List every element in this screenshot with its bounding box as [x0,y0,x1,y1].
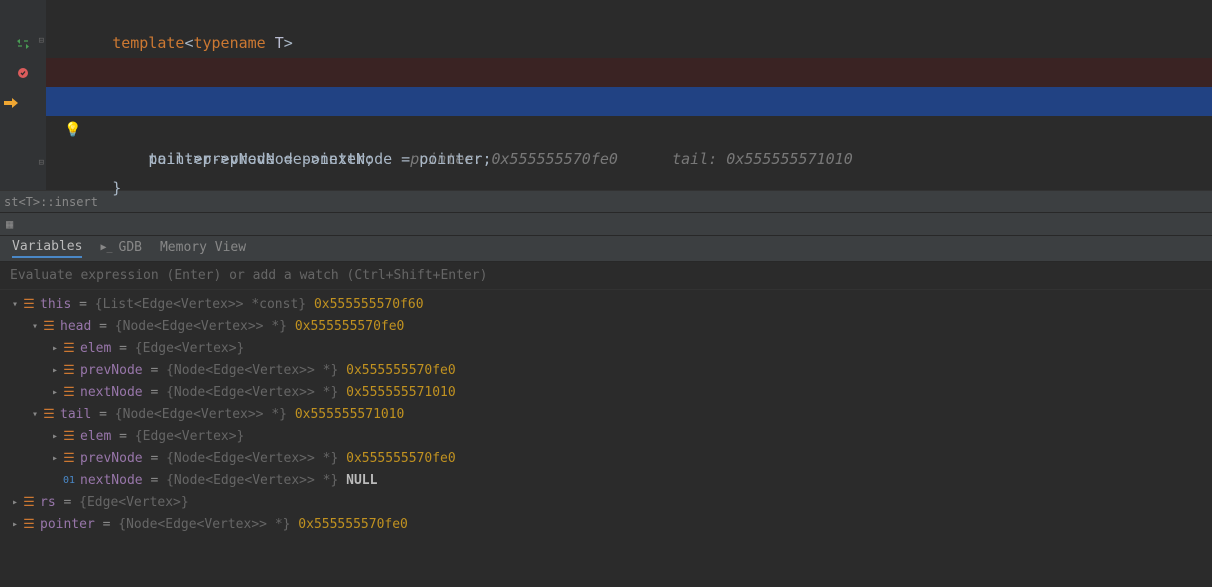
tab-variables[interactable]: Variables [12,239,82,258]
var-type: {Edge<Vertex>} [135,426,245,448]
var-type: {Node<Edge<Vertex>> *} [166,382,338,404]
var-address: 0x555555571010 [346,382,456,404]
chevron-down-icon[interactable]: ▾ [8,294,22,316]
execution-pointer-icon [0,93,46,112]
tab-label: GDB [119,240,142,255]
var-type: {Node<Edge<Vertex>> *} [166,360,338,382]
chevron-right-icon[interactable]: ▸ [48,382,62,404]
var-tail-nextnode[interactable]: 01nextNode = {Node<Edge<Vertex>> *} NULL [0,470,1212,492]
var-name: nextNode [80,382,143,404]
chevron-down-icon[interactable]: ▾ [28,404,42,426]
var-tail-prevnode[interactable]: ▸☰prevNode = {Node<Edge<Vertex>> *} 0x55… [0,448,1212,470]
evaluate-expression-input[interactable]: Evaluate expression (Enter) or add a wat… [0,262,1212,290]
var-type: {Node<Edge<Vertex>> *} [118,514,290,536]
var-address: 0x555555570f60 [314,294,424,316]
code-editor: ⊟ ⊟ template<typename T> void List<T>::i… [0,0,1212,190]
var-name: rs [40,492,56,514]
tab-label: Variables [12,239,82,254]
console-icon: ▶_ [100,242,112,253]
struct-icon: ☰ [22,514,36,536]
debug-toolbar: ▦ [0,212,1212,236]
code-line: template<typename T> [58,0,1212,29]
var-tail[interactable]: ▾☰tail = {Node<Edge<Vertex>> *} 0x555555… [0,404,1212,426]
var-pointer[interactable]: ▸☰pointer = {Node<Edge<Vertex>> *} 0x555… [0,514,1212,536]
var-type: {Edge<Vertex>} [79,492,189,514]
chevron-right-icon[interactable]: ▸ [48,448,62,470]
tab-memory-view[interactable]: Memory View [160,240,246,257]
var-head-nextnode[interactable]: ▸☰nextNode = {Node<Edge<Vertex>> *} 0x55… [0,382,1212,404]
var-head-prevnode[interactable]: ▸☰prevNode = {Node<Edge<Vertex>> *} 0x55… [0,360,1212,382]
var-this[interactable]: ▾☰this = {List<Edge<Vertex>> *const} 0x5… [0,294,1212,316]
tab-label: Memory View [160,240,246,255]
var-type: {Node<Edge<Vertex>> *} [166,470,338,492]
struct-icon: ☰ [62,382,76,404]
var-type: {Edge<Vertex>} [135,338,245,360]
layout-icon[interactable]: ▦ [6,217,13,231]
var-name: tail [60,404,91,426]
var-tail-elem[interactable]: ▸☰elem = {Edge<Vertex>} [0,426,1212,448]
var-name: elem [80,426,111,448]
code-content[interactable]: template<typename T> void List<T>::inser… [46,0,1212,190]
var-type: {Node<Edge<Vertex>> *} [166,448,338,470]
primitive-icon: 01 [62,470,76,492]
chevron-right-icon[interactable]: ▸ [48,426,62,448]
code-line: void List<T>::insert(T rs) { rs: Edge<Ve… [58,29,1212,58]
var-name: prevNode [80,448,143,470]
var-name: nextNode [80,470,143,492]
code-line: pointer->prevNode->nextNode = pointer; [58,116,1212,145]
var-address: 0x555555570fe0 [295,316,405,338]
debug-panel: Variables ▶_ GDB Memory View Evaluate ex… [0,236,1212,540]
struct-icon: ☰ [62,360,76,382]
breakpoint-icon[interactable] [0,63,46,82]
var-rs[interactable]: ▸☰rs = {Edge<Vertex>} [0,492,1212,514]
struct-icon: ☰ [62,426,76,448]
var-name: elem [80,338,111,360]
var-head-elem[interactable]: ▸☰elem = {Edge<Vertex>} [0,338,1212,360]
var-head[interactable]: ▾☰head = {Node<Edge<Vertex>> *} 0x555555… [0,316,1212,338]
var-name: this [40,294,71,316]
tab-gdb[interactable]: ▶_ GDB [100,240,142,257]
var-null: NULL [346,470,377,492]
struct-icon: ☰ [62,448,76,470]
var-type: {Node<Edge<Vertex>> *} [115,404,287,426]
struct-icon: ☰ [22,294,36,316]
var-address: 0x555555570fe0 [346,448,456,470]
struct-icon: ☰ [42,316,56,338]
var-name: pointer [40,514,95,536]
chevron-right-icon[interactable]: ▸ [8,514,22,536]
chevron-down-icon[interactable]: ▾ [28,316,42,338]
code-line-current: 💡 tail->prevNode = pointer; pointer: 0x5… [46,87,1212,116]
editor-gutter: ⊟ ⊟ [0,0,46,190]
code-line-breakpoint: auto pointer = new class Node<T>(rs, tai… [46,58,1212,87]
eval-placeholder: Evaluate expression (Enter) or add a wat… [10,268,487,283]
var-name: head [60,316,91,338]
code-line: } [58,145,1212,174]
closing-brace: } [112,179,121,197]
struct-icon: ☰ [62,338,76,360]
debug-tabs: Variables ▶_ GDB Memory View [0,236,1212,262]
var-name: prevNode [80,360,143,382]
var-type: {List<Edge<Vertex>> *const} [95,294,306,316]
fold-marker-icon[interactable]: ⊟ [39,36,44,46]
chevron-right-icon[interactable]: ▸ [48,338,62,360]
breadcrumb[interactable]: st<T>::insert [0,190,1212,212]
struct-icon: ☰ [22,492,36,514]
var-address: 0x555555570fe0 [346,360,456,382]
struct-icon: ☰ [42,404,56,426]
variables-tree: ▾☰this = {List<Edge<Vertex>> *const} 0x5… [0,290,1212,540]
var-address: 0x555555571010 [295,404,405,426]
var-address: 0x555555570fe0 [298,514,408,536]
chevron-right-icon[interactable]: ▸ [48,360,62,382]
chevron-right-icon[interactable]: ▸ [8,492,22,514]
fold-end-marker-icon[interactable]: ⊟ [39,158,44,168]
var-type: {Node<Edge<Vertex>> *} [115,316,287,338]
